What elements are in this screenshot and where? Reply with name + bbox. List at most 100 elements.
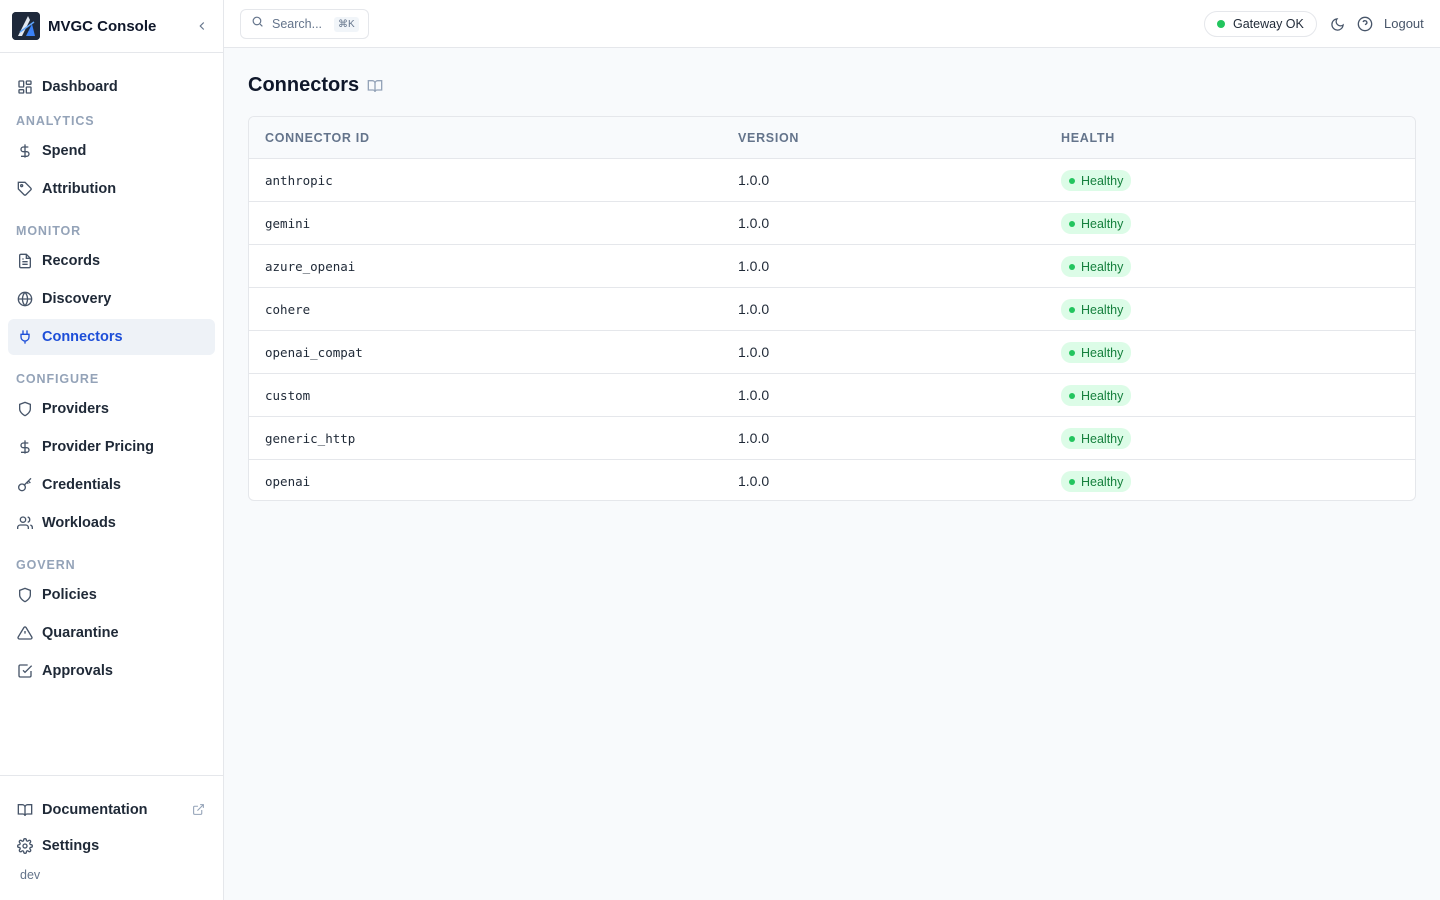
search-icon bbox=[251, 15, 264, 33]
check-square-icon bbox=[16, 662, 34, 680]
sidebar-item-records[interactable]: Records bbox=[8, 243, 215, 279]
file-text-icon bbox=[16, 252, 34, 270]
sidebar-item-settings[interactable]: Settings bbox=[8, 828, 215, 864]
status-dot-icon bbox=[1069, 349, 1075, 356]
sidebar-item-credentials[interactable]: Credentials bbox=[8, 467, 215, 503]
connector-version: 1.0.0 bbox=[738, 215, 770, 231]
page-title: Connectors bbox=[248, 74, 360, 96]
health-label: Healthy bbox=[1081, 216, 1124, 231]
health-badge: Healthy bbox=[1061, 342, 1132, 363]
table-row[interactable]: anthropic 1.0.0 Healthy bbox=[249, 158, 1415, 201]
section-configure: CONFIGURE bbox=[16, 372, 100, 386]
gateway-status-badge[interactable]: Gateway OK bbox=[1204, 11, 1317, 37]
health-label: Healthy bbox=[1081, 345, 1124, 360]
moon-icon[interactable] bbox=[1328, 15, 1346, 33]
dollar-icon bbox=[16, 142, 34, 160]
table-row[interactable]: azure_openai 1.0.0 Healthy bbox=[249, 244, 1415, 287]
connector-version: 1.0.0 bbox=[738, 344, 770, 360]
sidebar-item-label: Credentials bbox=[42, 477, 121, 493]
sidebar-item-label: Providers bbox=[42, 401, 109, 417]
sidebar-item-providers[interactable]: Providers bbox=[8, 391, 215, 427]
table-row[interactable]: cohere 1.0.0 Healthy bbox=[249, 287, 1415, 330]
health-badge: Healthy bbox=[1061, 256, 1132, 277]
sidebar-item-attribution[interactable]: Attribution bbox=[8, 171, 215, 207]
table-row[interactable]: custom 1.0.0 Healthy bbox=[249, 373, 1415, 416]
search-placeholder: Search... bbox=[272, 17, 323, 31]
sidebar-item-label: Quarantine bbox=[42, 625, 119, 641]
health-badge: Healthy bbox=[1061, 170, 1132, 191]
app-title: MVGC Console bbox=[48, 17, 157, 35]
dashboard-icon bbox=[16, 78, 34, 96]
sidebar-item-approvals[interactable]: Approvals bbox=[8, 653, 215, 689]
sidebar-item-label: Dashboard bbox=[42, 79, 118, 95]
page-title-row: Connectors bbox=[248, 74, 385, 97]
table-row[interactable]: generic_http 1.0.0 Healthy bbox=[249, 416, 1415, 459]
connector-id: cohere bbox=[265, 302, 311, 317]
sidebar: MVGC Console Dashboard ANALYTICS Spend A… bbox=[0, 0, 224, 900]
connector-id: anthropic bbox=[265, 173, 333, 188]
alert-triangle-icon bbox=[16, 624, 34, 642]
sidebar-item-documentation[interactable]: Documentation bbox=[8, 792, 215, 828]
status-dot-icon bbox=[1069, 263, 1075, 270]
users-icon bbox=[16, 514, 34, 532]
health-label: Healthy bbox=[1081, 388, 1124, 403]
sidebar-item-policies[interactable]: Policies bbox=[8, 577, 215, 613]
search-shortcut: ⌘K bbox=[334, 16, 359, 32]
book-open-icon bbox=[16, 801, 34, 819]
status-dot-icon bbox=[1069, 306, 1075, 313]
shield-icon bbox=[16, 400, 34, 418]
status-dot-icon bbox=[1217, 20, 1225, 28]
chevron-left-icon[interactable] bbox=[193, 17, 211, 35]
health-label: Healthy bbox=[1081, 173, 1124, 188]
sidebar-item-dashboard[interactable]: Dashboard bbox=[8, 69, 215, 105]
health-badge: Healthy bbox=[1061, 213, 1132, 234]
section-monitor: MONITOR bbox=[16, 224, 82, 238]
section-govern: GOVERN bbox=[16, 558, 76, 572]
sidebar-item-label: Approvals bbox=[42, 663, 113, 679]
connector-version: 1.0.0 bbox=[738, 258, 770, 274]
column-header-health[interactable]: HEALTH bbox=[1061, 131, 1115, 145]
sidebar-item-label: Attribution bbox=[42, 181, 117, 197]
health-label: Healthy bbox=[1081, 259, 1124, 274]
globe-icon bbox=[16, 290, 34, 308]
sidebar-item-label: Documentation bbox=[42, 802, 148, 818]
table-row[interactable]: gemini 1.0.0 Healthy bbox=[249, 201, 1415, 244]
status-dot-icon bbox=[1069, 177, 1075, 184]
sidebar-item-spend[interactable]: Spend bbox=[8, 133, 215, 169]
book-icon[interactable] bbox=[367, 77, 385, 95]
sidebar-item-label: Records bbox=[42, 253, 101, 269]
sidebar-item-discovery[interactable]: Discovery bbox=[8, 281, 215, 317]
connectors-table: CONNECTOR ID VERSION HEALTH anthropic 1.… bbox=[248, 116, 1416, 501]
connector-version: 1.0.0 bbox=[738, 473, 770, 489]
table-row[interactable]: openai 1.0.0 Healthy bbox=[249, 459, 1415, 500]
gateway-status-label: Gateway OK bbox=[1233, 17, 1304, 31]
connector-id: gemini bbox=[265, 216, 311, 231]
column-header-version[interactable]: VERSION bbox=[738, 131, 799, 145]
connector-id: azure_openai bbox=[265, 259, 356, 274]
column-header-connector-id[interactable]: CONNECTOR ID bbox=[265, 131, 370, 145]
sidebar-item-label: Workloads bbox=[42, 515, 116, 531]
sidebar-item-label: Provider Pricing bbox=[42, 439, 155, 455]
external-link-icon bbox=[192, 803, 205, 821]
connector-id: openai_compat bbox=[265, 345, 363, 360]
sidebar-item-quarantine[interactable]: Quarantine bbox=[8, 615, 215, 651]
sidebar-item-workloads[interactable]: Workloads bbox=[8, 505, 215, 541]
connector-id: generic_http bbox=[265, 431, 356, 446]
sidebar-item-connectors[interactable]: Connectors bbox=[8, 319, 215, 355]
search-input[interactable]: Search... ⌘K bbox=[240, 9, 369, 39]
brand-header: MVGC Console bbox=[0, 0, 223, 53]
health-label: Healthy bbox=[1081, 431, 1124, 446]
sidebar-item-provider-pricing[interactable]: Provider Pricing bbox=[8, 429, 215, 465]
logout-button[interactable]: Logout bbox=[1384, 16, 1424, 31]
help-circle-icon[interactable] bbox=[1356, 15, 1374, 33]
table-row[interactable]: openai_compat 1.0.0 Healthy bbox=[249, 330, 1415, 373]
topbar: Search... ⌘K Gateway OK Logout bbox=[224, 0, 1440, 48]
connector-id: openai bbox=[265, 474, 311, 489]
health-badge: Healthy bbox=[1061, 385, 1132, 406]
shield-icon bbox=[16, 586, 34, 604]
status-dot-icon bbox=[1069, 478, 1075, 485]
sidebar-item-label: Spend bbox=[42, 143, 87, 159]
plug-icon bbox=[16, 328, 34, 346]
connector-version: 1.0.0 bbox=[738, 301, 770, 317]
connector-version: 1.0.0 bbox=[738, 430, 770, 446]
